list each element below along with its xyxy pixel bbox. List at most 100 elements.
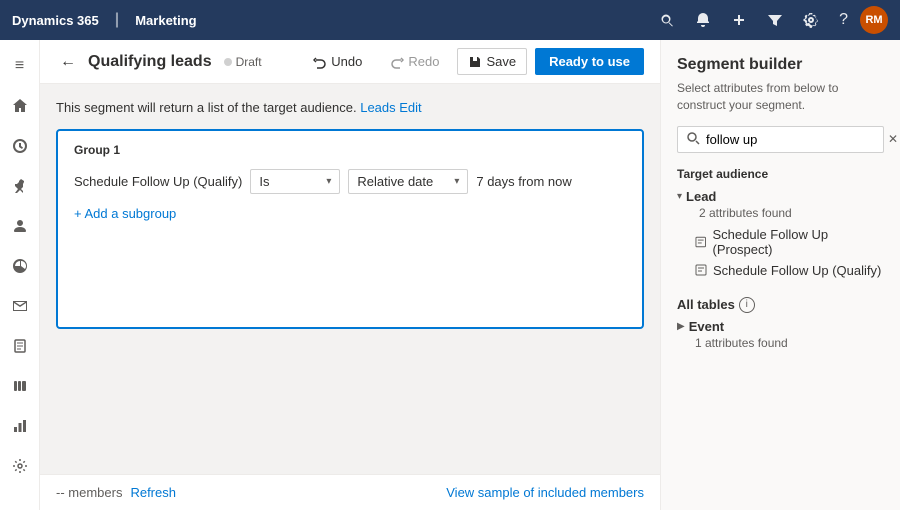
condition-field-label: Schedule Follow Up (Qualify) xyxy=(74,174,242,189)
save-button[interactable]: Save xyxy=(457,48,527,75)
date-type-select[interactable]: Relative date ▾ xyxy=(348,169,468,194)
attribute-item-qualify[interactable]: Schedule Follow Up (Qualify) xyxy=(677,260,884,281)
undo-label: Undo xyxy=(331,54,362,69)
plus-icon xyxy=(731,12,747,28)
search-input[interactable] xyxy=(706,132,882,147)
sidebar-item-menu[interactable]: ≡ xyxy=(2,48,38,84)
redo-button[interactable]: Redo xyxy=(380,49,449,74)
sidebar-item-settings[interactable] xyxy=(2,448,38,484)
search-icon xyxy=(686,131,700,148)
help-icon-btn[interactable]: ? xyxy=(831,7,856,33)
email-icon xyxy=(12,298,28,314)
content-area: ← Qualifying leads Draft Undo Redo Save … xyxy=(40,40,660,510)
members-label: -- members xyxy=(56,485,122,500)
sidebar-item-recent[interactable] xyxy=(2,128,38,164)
settings-icon xyxy=(803,12,819,28)
lead-section-title: Lead xyxy=(686,189,716,204)
sidebar-item-library[interactable] xyxy=(2,368,38,404)
entity-link[interactable]: Leads xyxy=(360,100,395,115)
avatar[interactable]: RM xyxy=(860,6,888,34)
left-sidebar: ≡ xyxy=(0,40,40,510)
gear-icon xyxy=(12,458,28,474)
condition-value: 7 days from now xyxy=(476,174,571,189)
library-icon xyxy=(12,378,28,394)
command-bar: ← Qualifying leads Draft Undo Redo Save … xyxy=(40,40,660,84)
event-section-header[interactable]: ▶ Event xyxy=(677,319,884,334)
right-panel: Segment builder Select attributes from b… xyxy=(660,40,900,510)
target-audience-label: Target audience xyxy=(677,167,884,181)
redo-icon xyxy=(390,55,404,69)
bottom-bar: -- members Refresh View sample of includ… xyxy=(40,474,660,510)
condition-row: Schedule Follow Up (Qualify) Is ▾ Relati… xyxy=(74,169,626,194)
attribute-icon xyxy=(695,236,706,248)
plus-icon-btn[interactable] xyxy=(723,8,755,32)
date-type-dropdown-arrow: ▾ xyxy=(454,176,459,187)
analytics-icon xyxy=(12,418,28,434)
attribute-icon-2 xyxy=(695,264,707,276)
home-icon xyxy=(12,98,28,114)
attribute-item-prospect[interactable]: Schedule Follow Up (Prospect) xyxy=(677,224,884,260)
page-icon xyxy=(13,339,27,353)
save-icon xyxy=(468,55,482,69)
page-title: Qualifying leads xyxy=(88,53,212,71)
panel-title: Segment builder xyxy=(677,56,884,74)
brand: Dynamics 365 | Marketing xyxy=(12,11,197,29)
panel-subtitle: Select attributes from below to construc… xyxy=(677,80,884,114)
date-type-value: Relative date xyxy=(357,174,433,189)
event-section-title: Event xyxy=(689,319,724,334)
undo-button[interactable]: Undo xyxy=(303,49,372,74)
group-box: Group 1 Schedule Follow Up (Qualify) Is … xyxy=(56,129,644,329)
sidebar-item-segments[interactable] xyxy=(2,248,38,284)
sidebar-item-home[interactable] xyxy=(2,88,38,124)
filter-icon xyxy=(767,12,783,28)
status-dot xyxy=(224,58,232,66)
filter-icon-btn[interactable] xyxy=(759,8,791,32)
event-section: ▶ Event 1 attributes found xyxy=(677,319,884,350)
segments-icon xyxy=(12,258,28,274)
add-subgroup-button[interactable]: + Add a subgroup xyxy=(74,206,176,221)
refresh-link[interactable]: Refresh xyxy=(130,485,176,500)
clear-search-icon[interactable]: ✕ xyxy=(888,132,898,146)
sidebar-item-contacts[interactable] xyxy=(2,208,38,244)
module-name: Marketing xyxy=(135,13,196,28)
undo-icon xyxy=(313,55,327,69)
operator-dropdown-arrow: ▾ xyxy=(326,176,331,187)
bell-icon-btn[interactable] xyxy=(687,8,719,32)
main-layout: ≡ ← xyxy=(0,40,900,510)
bell-icon xyxy=(695,12,711,28)
contacts-icon xyxy=(12,218,28,234)
all-tables-header: All tables i xyxy=(677,297,884,313)
attribute-prospect-label: Schedule Follow Up (Prospect) xyxy=(712,227,884,257)
save-label: Save xyxy=(486,54,516,69)
settings-icon-btn[interactable] xyxy=(795,8,827,32)
operator-value: Is xyxy=(259,174,269,189)
audience-section-lead: ▾ Lead 2 attributes found Schedule Follo… xyxy=(677,189,884,281)
lead-section-header[interactable]: ▾ Lead xyxy=(677,189,884,204)
sidebar-item-pages[interactable] xyxy=(2,328,38,364)
sidebar-item-analytics[interactable] xyxy=(2,408,38,444)
operator-select[interactable]: Is ▾ xyxy=(250,169,340,194)
all-tables-info-icon[interactable]: i xyxy=(739,297,755,313)
event-count: 1 attributes found xyxy=(677,336,884,350)
group-title: Group 1 xyxy=(74,143,626,157)
sidebar-item-pinned[interactable] xyxy=(2,168,38,204)
search-icon xyxy=(659,12,675,28)
pin-icon xyxy=(12,178,28,194)
lead-count: 2 attributes found xyxy=(681,206,884,220)
sidebar-item-email[interactable] xyxy=(2,288,38,324)
info-text: This segment will return a list of the t… xyxy=(56,100,357,115)
segment-info-bar: This segment will return a list of the t… xyxy=(56,100,644,115)
all-tables-section: All tables i ▶ Event 1 attributes found xyxy=(677,297,884,350)
redo-label: Redo xyxy=(408,54,439,69)
lead-chevron-icon: ▾ xyxy=(677,191,682,202)
ready-button[interactable]: Ready to use xyxy=(535,48,644,75)
search-icon-btn[interactable] xyxy=(651,8,683,32)
search-box: ✕ xyxy=(677,126,884,153)
all-tables-label: All tables xyxy=(677,297,735,312)
nav-separator: | xyxy=(115,11,119,29)
attribute-qualify-label: Schedule Follow Up (Qualify) xyxy=(713,263,881,278)
view-sample-link[interactable]: View sample of included members xyxy=(446,485,644,500)
back-button[interactable]: ← xyxy=(56,49,80,75)
status-text: Draft xyxy=(236,55,262,69)
edit-link[interactable]: Edit xyxy=(399,100,421,115)
